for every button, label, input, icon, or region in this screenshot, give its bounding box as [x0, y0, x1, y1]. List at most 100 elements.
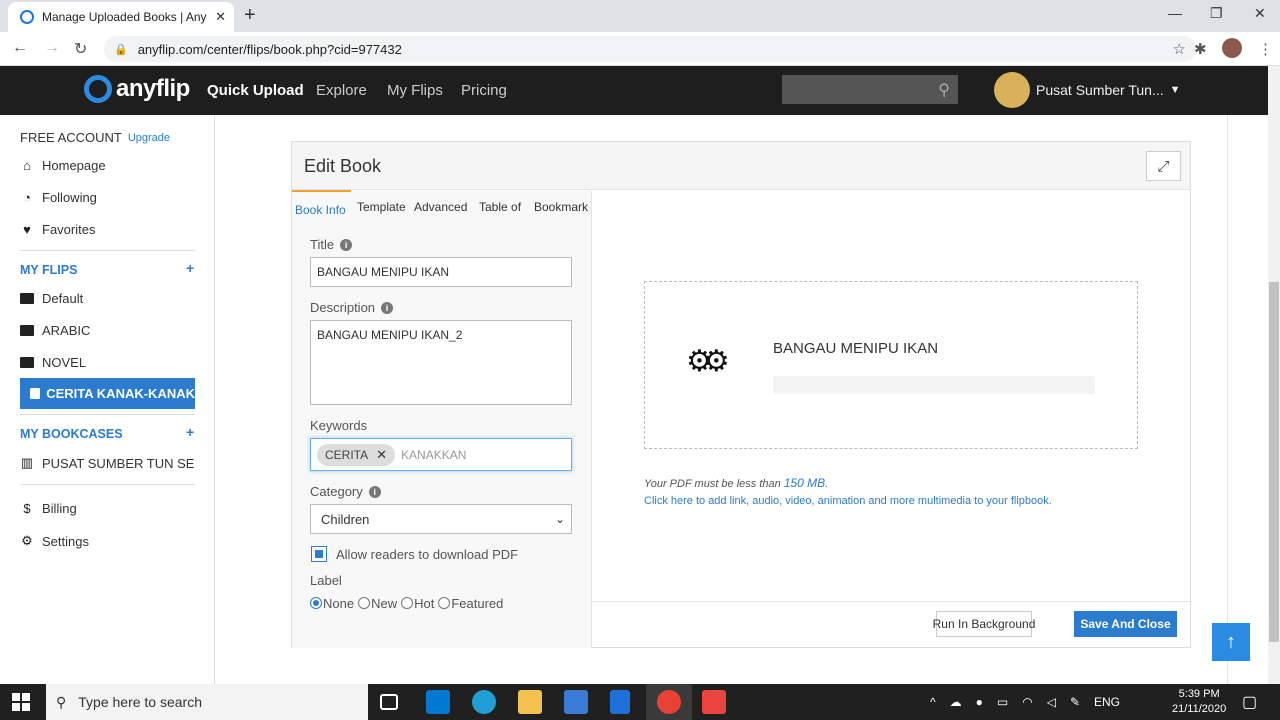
- add-folder-icon[interactable]: +: [186, 260, 194, 276]
- nav-pricing[interactable]: Pricing: [461, 82, 507, 99]
- forward-icon[interactable]: →: [44, 39, 60, 57]
- scrollbar-thumb[interactable]: [1269, 282, 1279, 642]
- radio-featured[interactable]: Featured: [438, 596, 503, 611]
- folder-cerita-kanak-kanak[interactable]: CERITA KANAK-KANAK: [20, 378, 195, 409]
- task-view-icon[interactable]: [380, 694, 398, 710]
- folder-default[interactable]: Default: [20, 291, 83, 306]
- tab-advanced[interactable]: Advanced: [414, 200, 467, 214]
- language-indicator[interactable]: ENG: [1094, 695, 1120, 709]
- folder-arabic[interactable]: ARABIC: [20, 323, 90, 338]
- tab-table-of-contents[interactable]: Table of: [479, 200, 521, 214]
- browser-tab[interactable]: Manage Uploaded Books | AnyFli ✕: [8, 2, 234, 32]
- app-icon[interactable]: [610, 690, 630, 714]
- app-icon-red[interactable]: [702, 690, 726, 714]
- allow-download-label: Allow readers to download PDF: [336, 547, 519, 562]
- expand-button[interactable]: ⤢: [1146, 151, 1181, 181]
- anyflip-favicon-icon: [20, 10, 34, 24]
- chevron-up-icon[interactable]: ^: [930, 695, 936, 709]
- bookmark-star-icon[interactable]: ☆: [1173, 40, 1186, 58]
- reload-icon[interactable]: ↻: [74, 39, 87, 59]
- chrome-menu-icon[interactable]: ⋮: [1258, 40, 1273, 58]
- nav-explore[interactable]: Explore: [316, 82, 367, 99]
- save-and-close-button[interactable]: Save And Close: [1074, 611, 1177, 637]
- add-bookcase-icon[interactable]: +: [186, 424, 194, 440]
- logo-text: anyflip: [116, 75, 190, 102]
- url-text[interactable]: anyflip.com/center/flips/book.php?cid=97…: [138, 42, 1163, 57]
- minimize-icon[interactable]: —: [1168, 5, 1182, 21]
- notifications-icon[interactable]: ▢: [1242, 692, 1257, 712]
- radio-label: Hot: [414, 596, 435, 611]
- extensions-icon[interactable]: ✱: [1194, 40, 1207, 58]
- radio-hot[interactable]: Hot: [401, 596, 434, 611]
- allow-download-checkbox[interactable]: [311, 546, 327, 562]
- windows-start-icon[interactable]: [12, 693, 30, 711]
- bookcase-label: PUSAT SUMBER TUN SE: [42, 455, 195, 471]
- scroll-to-top-button[interactable]: ↑: [1212, 623, 1250, 661]
- onedrive-icon[interactable]: ☁: [950, 695, 962, 709]
- sidebar-item-settings[interactable]: ⚙ Settings: [20, 533, 89, 549]
- category-value: Children: [321, 511, 370, 527]
- edge-icon[interactable]: [472, 690, 496, 714]
- category-select[interactable]: Children ⌄: [310, 504, 572, 534]
- description-field[interactable]: BANGAU MENIPU IKAN_2: [310, 320, 572, 405]
- radio-label: New: [371, 596, 398, 611]
- sidebar-item-following[interactable]: ◔ Following: [20, 190, 97, 205]
- taskbar-search[interactable]: ⚲ Type here to search: [46, 684, 368, 720]
- add-multimedia-link[interactable]: Click here to add link, audio, video, an…: [644, 495, 1052, 507]
- tab-template[interactable]: Template: [357, 200, 406, 214]
- file-explorer-icon[interactable]: [518, 690, 542, 714]
- run-in-background-button[interactable]: Run In Background: [933, 611, 1035, 637]
- tab-book-info[interactable]: Book Info: [292, 190, 351, 227]
- address-bar[interactable]: 🔒 anyflip.com/center/flips/book.php?cid=…: [104, 36, 1196, 62]
- sidebar-item-label: Favorites: [42, 222, 96, 237]
- site-search-input[interactable]: ⚲: [782, 75, 958, 104]
- account-type: FREE ACCOUNT: [20, 130, 122, 145]
- title-label-text: Title: [310, 237, 335, 252]
- chrome-icon[interactable]: [657, 690, 681, 714]
- new-tab-icon[interactable]: +: [244, 4, 256, 27]
- info-icon[interactable]: i: [368, 485, 381, 498]
- title-field[interactable]: BANGAU MENIPU IKAN: [310, 257, 572, 287]
- search-icon[interactable]: ⚲: [938, 80, 950, 100]
- profile-avatar[interactable]: [1222, 38, 1242, 58]
- microphone-icon[interactable]: ●: [976, 695, 983, 709]
- maximize-icon[interactable]: ❐: [1210, 5, 1223, 22]
- keywords-input[interactable]: CERITA ✕ KANAKKAN: [310, 438, 572, 471]
- panel-header: [292, 142, 1190, 190]
- my-flips-heading[interactable]: MY FLIPS: [20, 263, 77, 277]
- folder-icon: [20, 325, 34, 336]
- sidebar-item-homepage[interactable]: ⌂ Homepage: [20, 158, 106, 173]
- wifi-icon[interactable]: ◠: [1022, 695, 1032, 709]
- sidebar-item-billing[interactable]: $ Billing: [20, 501, 76, 516]
- home-icon: ⌂: [23, 158, 31, 173]
- remove-keyword-icon[interactable]: ✕: [376, 447, 387, 463]
- mail-icon[interactable]: [426, 690, 450, 714]
- close-tab-icon[interactable]: ✕: [215, 9, 226, 25]
- my-bookcases-heading[interactable]: MY BOOKCASES: [20, 427, 123, 441]
- tab-bookmark[interactable]: Bookmark: [534, 200, 588, 214]
- volume-icon[interactable]: ◁: [1047, 695, 1056, 709]
- user-menu[interactable]: Pusat Sumber Tun... ▼: [994, 72, 1181, 108]
- pen-icon[interactable]: ✎: [1070, 695, 1080, 709]
- system-clock[interactable]: 5:39 PM 21/11/2020: [1172, 687, 1226, 717]
- bookcase-item[interactable]: ▥ PUSAT SUMBER TUN SE: [20, 455, 195, 471]
- nav-my-flips[interactable]: My Flips: [387, 82, 443, 99]
- folder-novel[interactable]: NOVEL: [20, 355, 86, 370]
- divider: [592, 601, 1190, 602]
- back-icon[interactable]: ←: [12, 39, 28, 57]
- info-icon[interactable]: i: [340, 238, 353, 251]
- radio-none[interactable]: None: [310, 596, 354, 611]
- sidebar-item-favorites[interactable]: ♥ Favorites: [20, 222, 95, 237]
- info-icon[interactable]: i: [381, 301, 394, 314]
- upgrade-link[interactable]: Upgrade: [128, 132, 170, 144]
- sidebar-item-label: Settings: [42, 533, 89, 549]
- anyflip-logo[interactable]: anyflip: [84, 75, 190, 103]
- nav-quick-upload[interactable]: Quick Upload: [207, 82, 304, 99]
- radio-new[interactable]: New: [358, 596, 397, 611]
- folder-open-icon: [30, 388, 41, 399]
- battery-icon[interactable]: ▭: [997, 695, 1008, 709]
- user-name: Pusat Sumber Tun...: [1036, 82, 1164, 98]
- keyword-typing[interactable]: KANAKKAN: [401, 448, 466, 462]
- window-close-icon[interactable]: ✕: [1254, 5, 1266, 22]
- store-icon[interactable]: [564, 690, 588, 714]
